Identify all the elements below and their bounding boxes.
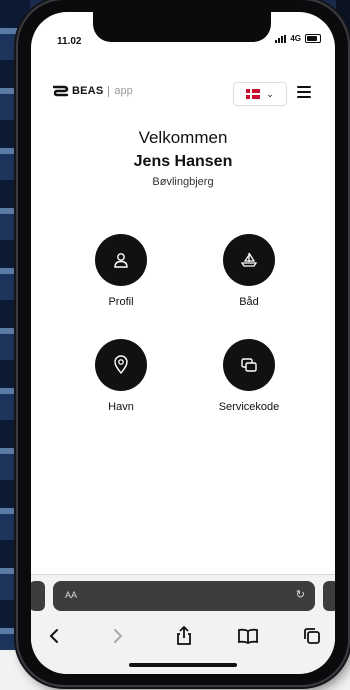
browser-chrome: AA ↻ — [31, 574, 335, 674]
previous-tab-preview[interactable] — [31, 581, 45, 611]
welcome-title: Velkommen — [138, 128, 228, 147]
network-label: 4G — [290, 34, 301, 43]
home-indicator[interactable] — [129, 663, 237, 667]
language-selector[interactable]: ⌄ — [233, 82, 287, 106]
tile-servicekode[interactable]: Servicekode — [199, 339, 299, 413]
welcome-section: Velkommen Jens Hansen Bøvlingbjerg — [31, 128, 335, 188]
chevron-down-icon: ⌄ — [266, 88, 274, 99]
tabs-icon[interactable] — [297, 621, 327, 651]
address-bar[interactable]: AA ↻ — [53, 581, 315, 611]
user-icon — [95, 234, 147, 286]
tile-label: Båd — [239, 296, 259, 308]
user-location: Bøvlingbjerg — [152, 176, 214, 188]
notch — [93, 12, 271, 42]
user-name: Jens Hansen — [133, 153, 233, 170]
back-icon[interactable] — [39, 621, 69, 651]
phone-screen: 11.02 4G BEAS app ⌄ Velkommen Jens Hanse… — [31, 12, 335, 674]
reload-icon[interactable]: ↻ — [296, 588, 305, 601]
forward-icon[interactable] — [103, 621, 133, 651]
status-indicators: 4G — [275, 34, 321, 43]
cards-icon — [223, 339, 275, 391]
tile-label: Servicekode — [218, 401, 280, 413]
browser-toolbar — [31, 621, 335, 651]
battery-icon — [305, 34, 321, 43]
logo-divider — [108, 85, 110, 97]
text-size-button[interactable]: AA — [65, 590, 77, 600]
tile-havn[interactable]: Havn — [71, 339, 171, 413]
status-time: 11.02 — [57, 36, 82, 47]
phone-frame: 11.02 4G BEAS app ⌄ Velkommen Jens Hanse… — [18, 0, 348, 685]
location-pin-icon — [95, 339, 147, 391]
tile-baad[interactable]: Båd — [199, 234, 299, 308]
app-header: BEAS app ⌄ — [31, 74, 335, 110]
logo-suffix: app — [114, 85, 133, 97]
boat-icon — [223, 234, 275, 286]
logo-brand: BEAS — [72, 85, 104, 97]
app-logo[interactable]: BEAS app — [53, 84, 133, 98]
danish-flag-icon — [246, 89, 261, 99]
tile-profil[interactable]: Profil — [71, 234, 171, 308]
beas-logo-icon — [53, 85, 69, 97]
tile-label: Havn — [108, 401, 134, 413]
menu-icon[interactable] — [297, 86, 311, 98]
bookmarks-icon[interactable] — [233, 621, 263, 651]
signal-icon — [275, 34, 287, 43]
share-icon[interactable] — [169, 621, 199, 651]
next-tab-preview[interactable] — [323, 581, 335, 611]
tile-label: Profil — [108, 296, 134, 308]
